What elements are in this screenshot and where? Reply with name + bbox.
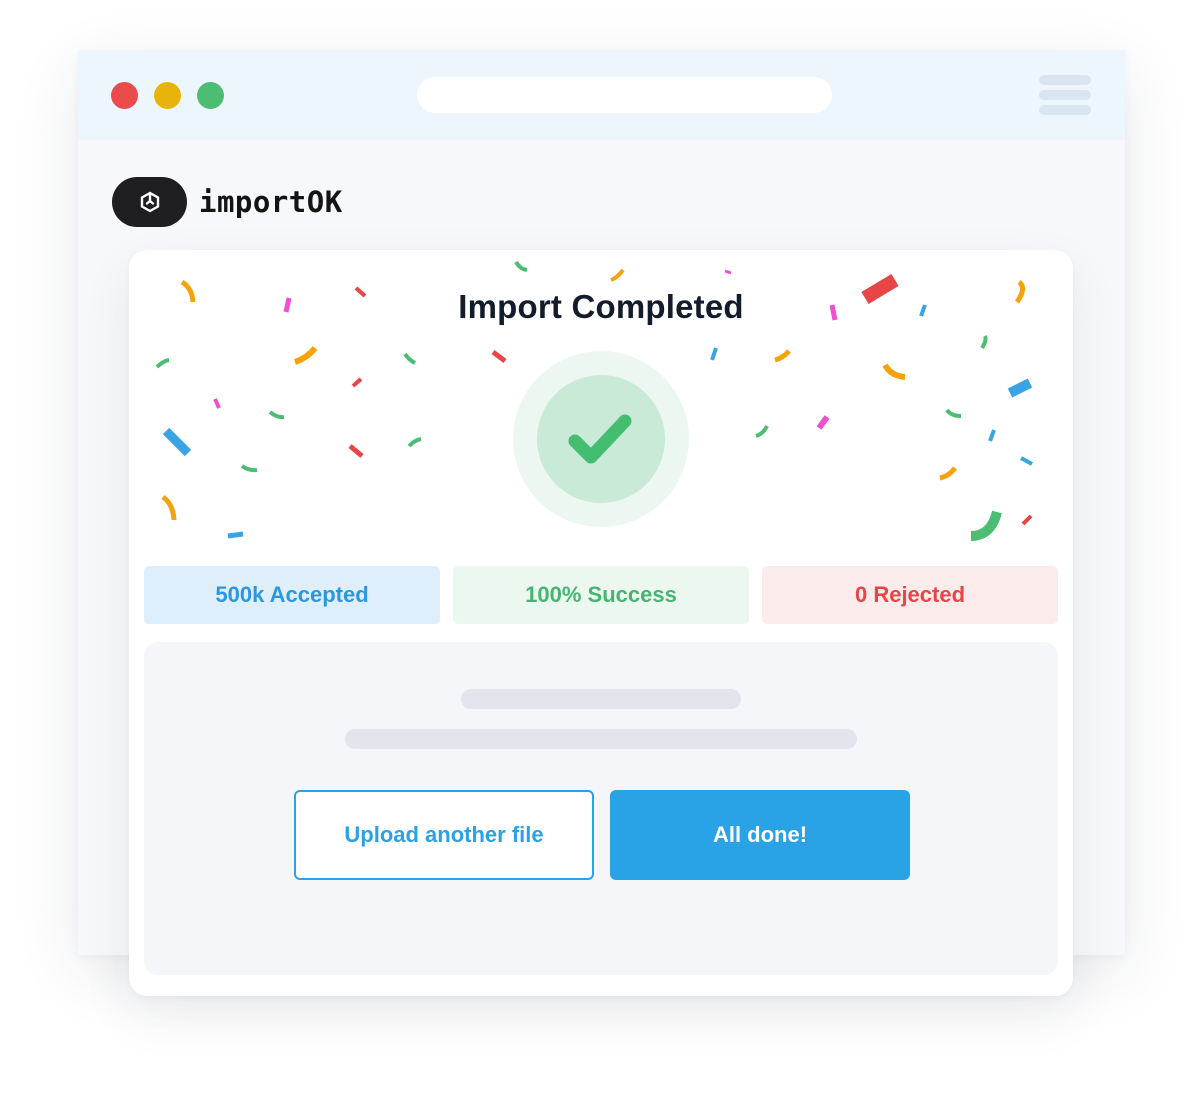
accepted-stat-badge: 500k Accepted	[144, 566, 440, 624]
minimize-window-button[interactable]	[154, 82, 181, 109]
success-rate-stat-badge: 100% Success	[453, 566, 749, 624]
import-completed-title: Import Completed	[458, 288, 744, 325]
upload-another-file-button[interactable]: Upload another file	[294, 790, 594, 880]
maximize-window-button[interactable]	[197, 82, 224, 109]
checkmark-icon	[568, 414, 632, 464]
address-bar[interactable]	[417, 77, 832, 113]
window-titlebar	[78, 50, 1125, 140]
import-result-card: Import Completed 500k Accepted 100% Succ…	[129, 250, 1073, 996]
brand-name: importOK	[199, 185, 343, 219]
close-window-button[interactable]	[111, 82, 138, 109]
hamburger-menu-icon[interactable]	[1039, 75, 1091, 115]
success-badge	[513, 351, 689, 527]
success-badge-inner	[537, 375, 665, 503]
all-done-button[interactable]: All done!	[610, 790, 910, 880]
summary-panel: Upload another file All done!	[144, 642, 1058, 975]
box-icon	[112, 177, 187, 227]
skeleton-text-line	[345, 729, 857, 749]
brand: importOK	[112, 177, 343, 227]
rejected-stat-badge: 0 Rejected	[762, 566, 1058, 624]
skeleton-text-line	[461, 689, 741, 709]
